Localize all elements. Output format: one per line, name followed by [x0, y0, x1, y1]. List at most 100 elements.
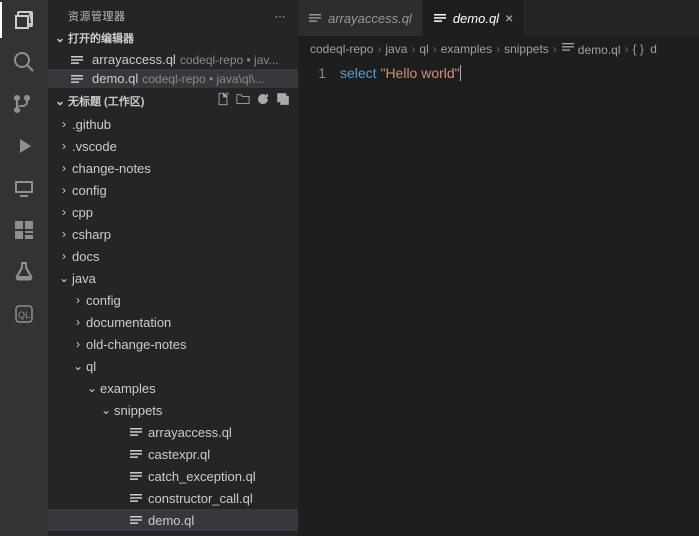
- ql-file-icon: [128, 491, 144, 505]
- sidebar-more-icon[interactable]: ⋯: [275, 10, 287, 23]
- tree-label: docs: [72, 249, 99, 264]
- breadcrumb-item[interactable]: java: [385, 42, 407, 56]
- tree-folder[interactable]: ›.github: [48, 113, 298, 135]
- search-icon[interactable]: [12, 50, 36, 74]
- ql-file-icon: [128, 447, 144, 461]
- breadcrumb-item[interactable]: examples: [441, 42, 492, 56]
- open-editors-list: arrayaccess.ql codeql-repo • jav... demo…: [48, 48, 298, 90]
- tree-file[interactable]: catch_exception.ql: [48, 465, 298, 487]
- breadcrumb-item[interactable]: { } d: [633, 42, 657, 56]
- breadcrumb-item[interactable]: ql: [419, 42, 428, 56]
- line-number: 1: [298, 65, 326, 81]
- tree-folder[interactable]: ⌄snippets: [48, 399, 298, 421]
- new-file-icon[interactable]: [216, 92, 230, 109]
- remote-icon[interactable]: [12, 176, 36, 200]
- editor-tabs: arrayaccess.ql demo.ql ×: [298, 0, 699, 36]
- chevron-icon: ›: [56, 161, 72, 175]
- code-editor[interactable]: 1 select "Hello world": [298, 61, 699, 536]
- close-icon[interactable]: ×: [505, 10, 513, 26]
- tree-label: java: [72, 271, 96, 286]
- sidebar-title-bar: 资源管理器 ⋯: [48, 0, 298, 28]
- chevron-icon: ›: [56, 183, 72, 197]
- open-editor-item[interactable]: demo.ql codeql-repo • java\ql\...: [48, 69, 298, 88]
- testing-icon[interactable]: [12, 260, 36, 284]
- refresh-icon[interactable]: [256, 92, 270, 109]
- tree-folder[interactable]: ›config: [48, 179, 298, 201]
- ql-file-icon: [561, 40, 575, 54]
- tab-label: demo.ql: [453, 11, 499, 26]
- tree-label: .github: [72, 117, 111, 132]
- tree-folder[interactable]: ›config: [48, 289, 298, 311]
- tree-label: cpp: [72, 205, 93, 220]
- tree-folder[interactable]: ›docs: [48, 245, 298, 267]
- tree-folder[interactable]: ›documentation: [48, 311, 298, 333]
- tree-label: .vscode: [72, 139, 117, 154]
- tree-folder[interactable]: ⌄ql: [48, 355, 298, 377]
- breadcrumb-sep: ›: [377, 42, 381, 56]
- tree-label: old-change-notes: [86, 337, 186, 352]
- ql-file-icon: [308, 11, 322, 25]
- tree-file[interactable]: arrayaccess.ql: [48, 421, 298, 443]
- open-editor-path: codeql-repo • java\ql\...: [142, 72, 264, 86]
- breadcrumb-sep: ›: [553, 42, 557, 56]
- tree-folder[interactable]: ›.vscode: [48, 135, 298, 157]
- open-editors-header[interactable]: ⌄ 打开的编辑器: [48, 28, 298, 48]
- tree-file[interactable]: demo.ql: [48, 509, 298, 531]
- tree-label: examples: [100, 381, 156, 396]
- breadcrumb-sep: ›: [496, 42, 500, 56]
- open-editor-name: demo.ql: [92, 71, 138, 86]
- tree-label: arrayaccess.ql: [148, 425, 232, 440]
- chevron-down-icon: ⌄: [52, 31, 68, 45]
- tree-folder[interactable]: ›old-change-notes: [48, 333, 298, 355]
- ql-file-icon: [128, 469, 144, 483]
- sidebar-title: 资源管理器: [68, 8, 126, 24]
- code-line[interactable]: select "Hello world": [340, 61, 461, 536]
- tree-label: snippets: [114, 403, 162, 418]
- tree-label: castexpr.ql: [148, 447, 210, 462]
- tree-folder[interactable]: ›change-notes: [48, 157, 298, 179]
- line-gutter: 1: [298, 61, 340, 536]
- chevron-icon: ›: [56, 117, 72, 131]
- explorer-icon[interactable]: [12, 8, 36, 32]
- symbol-icon: { }: [633, 42, 644, 56]
- workspace-actions: [216, 92, 290, 109]
- new-folder-icon[interactable]: [236, 92, 250, 109]
- chevron-icon: ⌄: [98, 403, 114, 417]
- keyword-token: select: [340, 65, 377, 81]
- open-editors-label: 打开的编辑器: [68, 30, 134, 46]
- tree-folder[interactable]: ›cpp: [48, 201, 298, 223]
- breadcrumb-sep: ›: [625, 42, 629, 56]
- chevron-icon: ›: [56, 139, 72, 153]
- tree-file[interactable]: emptyblock.ql: [48, 531, 298, 536]
- open-editor-item[interactable]: arrayaccess.ql codeql-repo • jav...: [48, 50, 298, 69]
- ql-file-icon: [128, 513, 144, 527]
- open-editor-name: arrayaccess.ql: [92, 52, 176, 67]
- ql-file-icon: [128, 425, 144, 439]
- chevron-icon: ›: [70, 337, 86, 351]
- tree-label: ql: [86, 359, 96, 374]
- codeql-icon[interactable]: QL: [12, 302, 36, 326]
- breadcrumb-sep: ›: [433, 42, 437, 56]
- extensions-icon[interactable]: [12, 218, 36, 242]
- tree-folder[interactable]: ⌄java: [48, 267, 298, 289]
- tree-label: constructor_call.ql: [148, 491, 253, 506]
- breadcrumb-item[interactable]: snippets: [504, 42, 549, 56]
- tree-label: config: [72, 183, 107, 198]
- svg-text:QL: QL: [18, 310, 30, 320]
- collapse-all-icon[interactable]: [276, 92, 290, 109]
- tree-folder[interactable]: ⌄examples: [48, 377, 298, 399]
- tree-label: csharp: [72, 227, 111, 242]
- run-debug-icon[interactable]: [12, 134, 36, 158]
- tree-file[interactable]: constructor_call.ql: [48, 487, 298, 509]
- source-control-icon[interactable]: [12, 92, 36, 116]
- breadcrumb-item[interactable]: demo.ql: [561, 40, 621, 57]
- breadcrumb-item[interactable]: codeql-repo: [310, 42, 373, 56]
- workspace-header[interactable]: ⌄ 无标题 (工作区): [48, 90, 298, 111]
- tab-arrayaccess[interactable]: arrayaccess.ql: [298, 0, 423, 36]
- ql-file-icon: [70, 53, 84, 67]
- tree-label: change-notes: [72, 161, 151, 176]
- tree-file[interactable]: castexpr.ql: [48, 443, 298, 465]
- ql-file-icon: [433, 11, 447, 25]
- tree-folder[interactable]: ›csharp: [48, 223, 298, 245]
- tab-demo[interactable]: demo.ql ×: [423, 0, 524, 36]
